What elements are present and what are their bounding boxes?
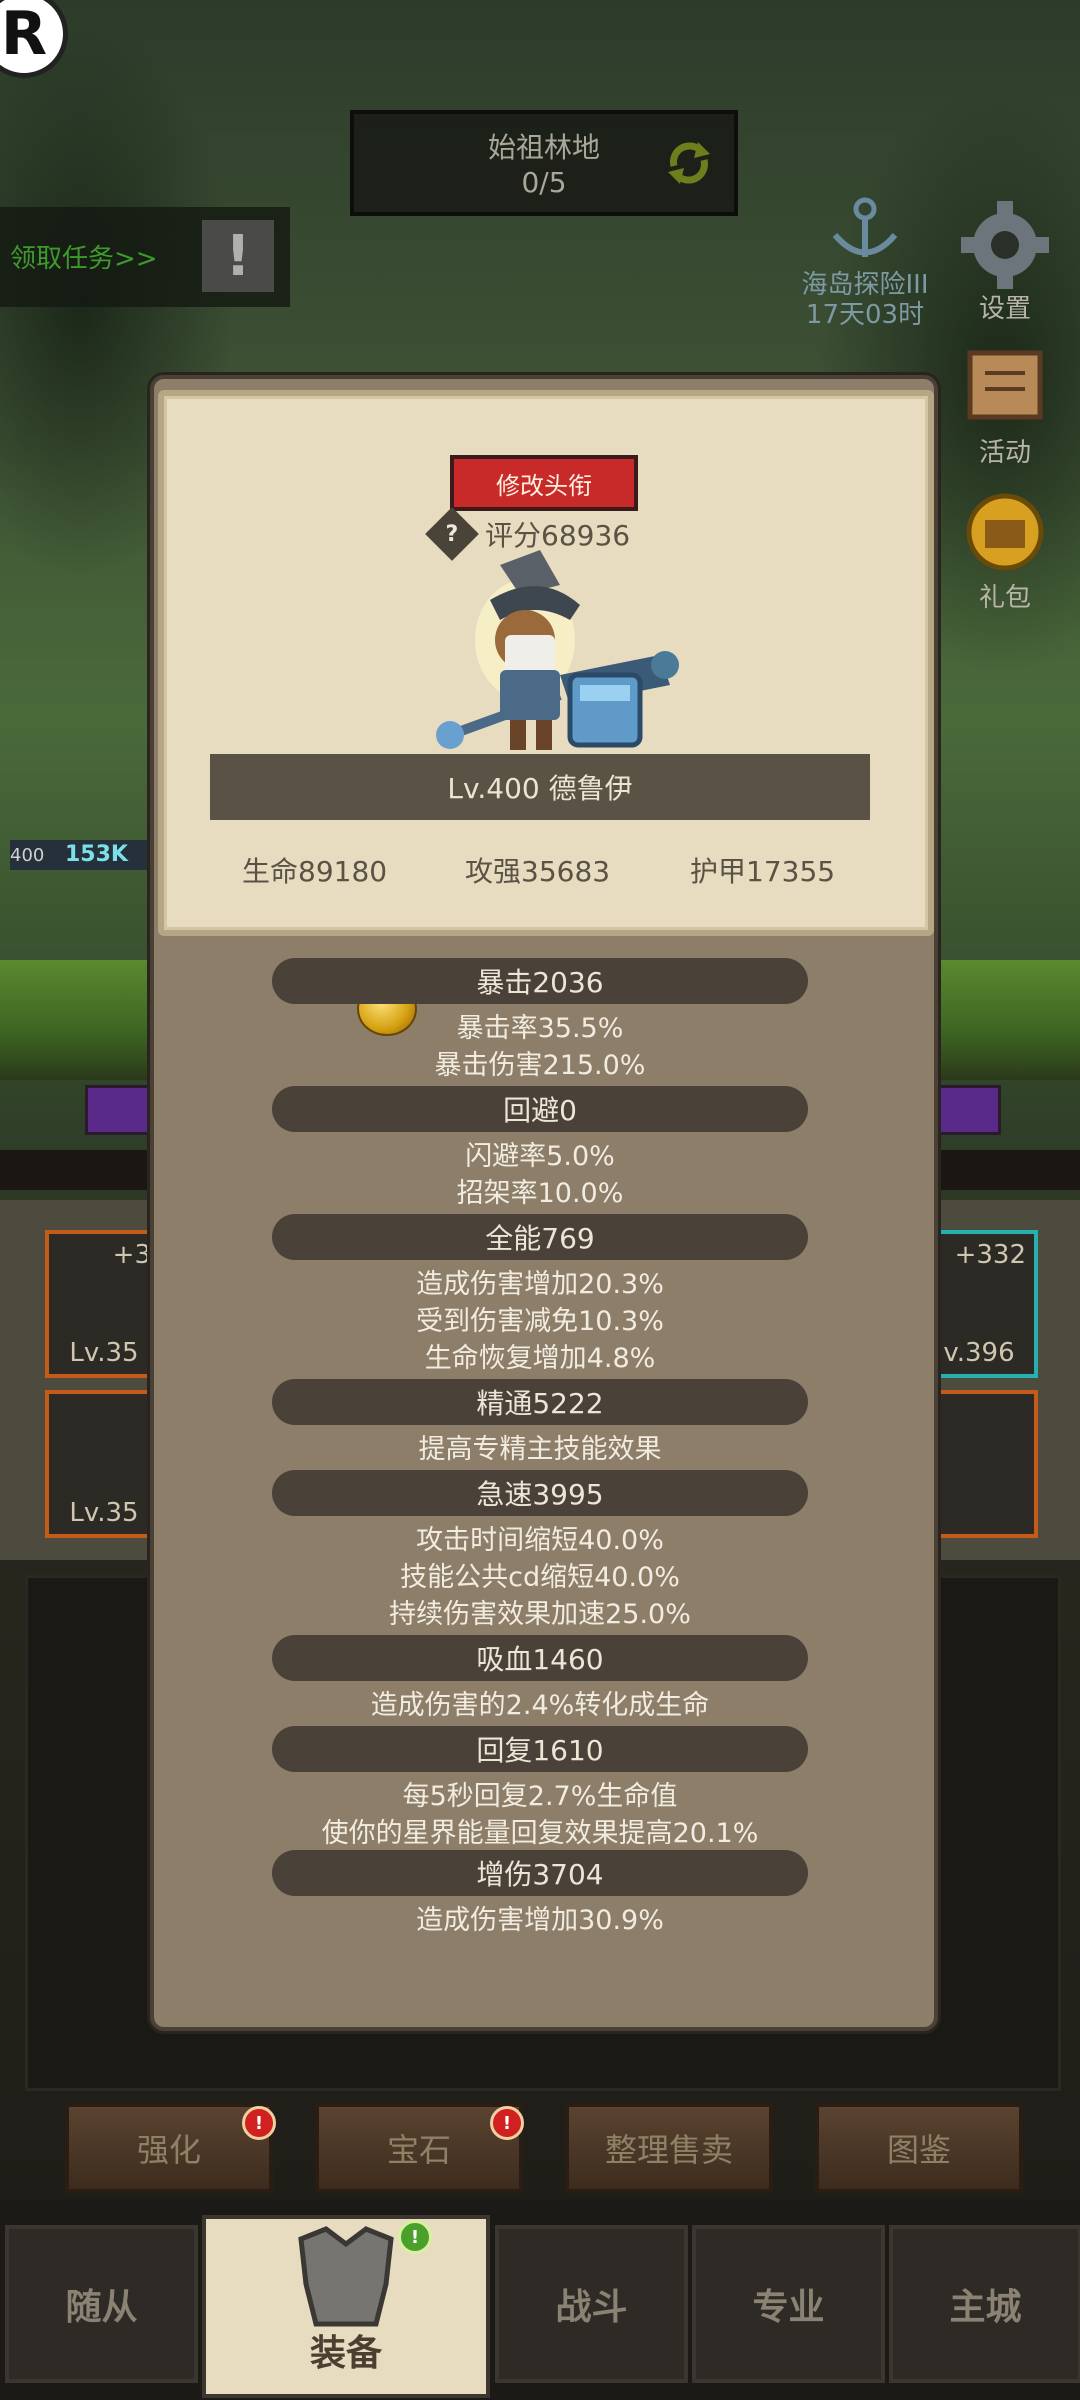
gift-label: 礼包 — [978, 583, 1031, 613]
tab-followers-label: 随从 — [65, 2287, 138, 2328]
scroll-icon — [967, 350, 1043, 420]
stat-header-regen: 回复1610 — [272, 1726, 808, 1772]
equipment-alert-icon: ! — [398, 2220, 432, 2254]
player-hp-value: 153K — [65, 842, 128, 867]
stat-line: 提高专精主技能效果 — [418, 1434, 662, 1465]
tab-profession-label: 专业 — [752, 2287, 825, 2328]
sort-sell-button[interactable]: 整理售卖 — [565, 2103, 773, 2193]
anchor-icon — [832, 197, 898, 257]
tab-battle-label: 战斗 — [555, 2287, 628, 2328]
player-level: 400 — [10, 845, 45, 866]
stat-header-lifesteal: 吸血1460 — [272, 1635, 808, 1681]
settings-button[interactable]: 设置 — [950, 195, 1060, 325]
rename-title-label: 修改头衔 — [496, 471, 592, 500]
stat-line: 受到伤害减免10.3% — [416, 1306, 664, 1337]
gem-alert-icon: ! — [490, 2106, 524, 2140]
enhance-label: 强化 — [136, 2131, 201, 2169]
stat-line: 生命恢复增加4.8% — [424, 1343, 656, 1374]
equip-slot-left-top[interactable]: +3 Lv.35 — [45, 1230, 163, 1378]
activity-button[interactable]: 活动 — [950, 345, 1060, 469]
stat-line: 暴击伤害215.0% — [434, 1050, 646, 1081]
stat-line: 造成伤害的2.4%转化成生命 — [370, 1690, 710, 1721]
slot-plus: +332 — [954, 1240, 1026, 1270]
stat-line: 招架率10.0% — [456, 1178, 624, 1209]
gift-button[interactable]: 礼包 — [950, 490, 1060, 614]
location-panel[interactable]: 始祖林地 0/5 — [350, 110, 738, 216]
rename-title-button[interactable]: 修改头衔 — [450, 455, 638, 511]
slot-level: Lv.35 — [69, 1338, 139, 1368]
slot-plus: +3 — [112, 1240, 151, 1270]
quest-link[interactable]: 领取任务>> — [10, 238, 158, 275]
armor-icon — [298, 2226, 394, 2327]
activity-label: 活动 — [978, 438, 1031, 468]
stat-header-mastery: 精通5222 — [272, 1379, 808, 1425]
character-portrait — [430, 545, 690, 775]
tab-equipment[interactable]: 装备 — [202, 2215, 490, 2398]
stat-hp: 生命89180 — [242, 855, 388, 888]
stat-header-damage-bonus: 增伤3704 — [272, 1850, 808, 1896]
codex-label: 图鉴 — [886, 2131, 951, 2169]
enhance-button[interactable]: 强化 — [65, 2103, 273, 2193]
stat-header-versatility: 全能769 — [272, 1214, 808, 1260]
stat-line: 闪避率5.0% — [465, 1141, 615, 1172]
stat-attack: 攻强35683 — [465, 855, 611, 888]
stat-armor: 护甲17355 — [690, 855, 836, 888]
sort-sell-label: 整理售卖 — [604, 2131, 733, 2169]
tab-profession[interactable]: 专业 — [692, 2225, 885, 2383]
stat-line: 造成伤害增加30.9% — [416, 1905, 664, 1936]
tab-battle[interactable]: 战斗 — [495, 2225, 688, 2383]
treasure-chest-icon — [966, 493, 1044, 571]
tab-followers[interactable]: 随从 — [5, 2225, 198, 2383]
stat-header-evasion: 回避0 — [272, 1086, 808, 1132]
codex-button[interactable]: 图鉴 — [815, 2103, 1023, 2193]
slot-level: Lv.35 — [69, 1498, 139, 1528]
gear-icon — [961, 201, 1049, 289]
stat-header-haste: 急速3995 — [272, 1470, 808, 1516]
stat-line: 造成伤害增加20.3% — [416, 1269, 664, 1300]
event-button[interactable]: 海岛探险III 17天03时 — [780, 197, 950, 330]
quest-alert-icon[interactable]: ! — [202, 220, 274, 292]
stat-line: 持续伤害效果加速25.0% — [389, 1599, 691, 1630]
event-title: 海岛探险III — [801, 270, 929, 300]
refresh-icon[interactable] — [662, 136, 716, 190]
stat-line: 暴击率35.5% — [456, 1013, 624, 1044]
enhance-alert-icon: ! — [242, 2106, 276, 2140]
tab-city-label: 主城 — [949, 2287, 1022, 2328]
stat-line: 技能公共cd缩短40.0% — [400, 1562, 680, 1593]
stat-header-crit: 暴击2036 — [272, 958, 808, 1004]
equip-slot-left-bottom[interactable]: Lv.35 — [45, 1390, 163, 1538]
character-name: Lv.400 德鲁伊 — [447, 772, 633, 805]
tab-city[interactable]: 主城 — [889, 2225, 1080, 2383]
stat-line: 使你的星界能量回复效果提高20.1% — [321, 1818, 759, 1849]
stat-line: 每5秒回复2.7%生命值 — [402, 1781, 678, 1812]
tab-equipment-label: 装备 — [309, 2333, 382, 2374]
stat-line: 攻击时间缩短40.0% — [416, 1525, 664, 1556]
character-name-banner: Lv.400 德鲁伊 — [210, 754, 870, 820]
gem-label: 宝石 — [386, 2131, 451, 2169]
druid-character-icon — [436, 550, 679, 750]
slot-level: v.396 — [943, 1338, 1015, 1368]
event-timer: 17天03时 — [805, 300, 925, 330]
